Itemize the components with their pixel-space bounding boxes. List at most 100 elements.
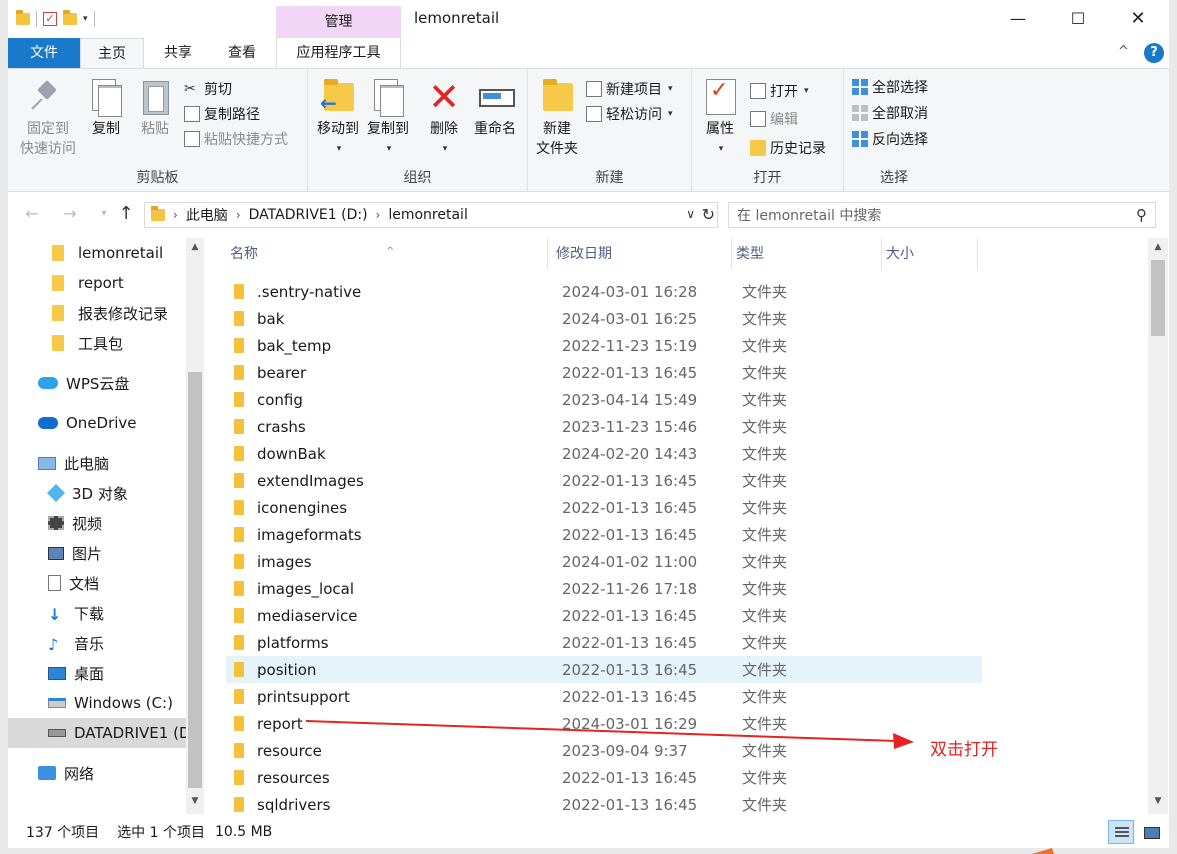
- delete-button[interactable]: ✕ 删除 ▾: [424, 77, 464, 159]
- table-row[interactable]: printsupport 2022-01-13 16:45 文件夹: [226, 683, 982, 710]
- table-row[interactable]: downBak 2024-02-20 14:43 文件夹: [226, 440, 982, 467]
- paste-shortcut-button[interactable]: 粘贴快捷方式: [184, 127, 288, 151]
- copy-button[interactable]: 复制: [84, 77, 128, 139]
- scroll-down-icon[interactable]: ▼: [1148, 796, 1168, 806]
- select-all-button[interactable]: 全部选择: [852, 75, 928, 99]
- properties-button[interactable]: 属性 ▾: [700, 77, 740, 159]
- nav-item[interactable]: Windows (C:): [8, 688, 186, 718]
- nav-item[interactable]: 网络: [8, 758, 186, 788]
- column-header-size[interactable]: 大小: [882, 238, 978, 270]
- open-button[interactable]: 打开 ▾: [750, 79, 809, 103]
- scroll-down-icon[interactable]: ▼: [186, 796, 204, 806]
- cut-button[interactable]: ✂ 剪切: [184, 77, 232, 101]
- customize-toolbar-icon[interactable]: ▾: [83, 14, 88, 24]
- properties-icon[interactable]: ✓: [43, 12, 57, 26]
- search-input[interactable]: 在 lemonretail 中搜索 ⚲: [728, 202, 1156, 228]
- table-row[interactable]: extendImages 2022-01-13 16:45 文件夹: [226, 467, 982, 494]
- nav-item[interactable]: lemonretail: [8, 238, 186, 268]
- forward-button[interactable]: →: [58, 202, 82, 226]
- breadcrumb-separator[interactable]: ›: [236, 208, 241, 222]
- recent-locations-button[interactable]: ▾: [92, 202, 116, 226]
- nav-item[interactable]: 3D 对象: [8, 478, 186, 508]
- tab-application-tools[interactable]: 应用程序工具: [276, 38, 401, 68]
- table-row[interactable]: position 2022-01-13 16:45 文件夹: [226, 656, 982, 683]
- minimize-button[interactable]: —: [988, 0, 1048, 38]
- nav-item[interactable]: 图片: [8, 538, 186, 568]
- nav-item[interactable]: 文档: [8, 568, 186, 598]
- context-tab-manage[interactable]: 管理: [276, 6, 401, 38]
- scroll-thumb[interactable]: [1151, 260, 1165, 336]
- details-view-button[interactable]: [1108, 820, 1134, 844]
- table-row[interactable]: report 2024-03-01 16:29 文件夹: [226, 710, 982, 737]
- invert-selection-button[interactable]: 反向选择: [852, 127, 928, 151]
- table-row[interactable]: sqldrivers 2022-01-13 16:45 文件夹: [226, 791, 982, 818]
- table-row[interactable]: crashs 2023-11-23 15:46 文件夹: [226, 413, 982, 440]
- table-row[interactable]: resource 2023-09-04 9:37 文件夹: [226, 737, 982, 764]
- rename-button[interactable]: 重命名: [470, 77, 520, 139]
- new-folder-button[interactable]: 新建 文件夹: [532, 77, 582, 159]
- refresh-icon[interactable]: ↻: [702, 205, 715, 224]
- table-row[interactable]: resources 2022-01-13 16:45 文件夹: [226, 764, 982, 791]
- table-row[interactable]: .sentry-native 2024-03-01 16:28 文件夹: [226, 278, 982, 305]
- nav-item[interactable]: WPS云盘: [8, 368, 186, 398]
- table-row[interactable]: imageformats 2022-01-13 16:45 文件夹: [226, 521, 982, 548]
- column-header-name[interactable]: 名称 ^: [226, 238, 548, 270]
- copy-path-button[interactable]: 复制路径: [184, 102, 260, 126]
- nav-item[interactable]: ♪ 音乐: [8, 628, 186, 658]
- chevron-down-icon[interactable]: ∨: [686, 207, 695, 221]
- table-row[interactable]: iconengines 2022-01-13 16:45 文件夹: [226, 494, 982, 521]
- tab-file[interactable]: 文件: [8, 38, 80, 68]
- breadcrumb-current[interactable]: lemonretail: [388, 207, 468, 223]
- nav-item[interactable]: report: [8, 268, 186, 298]
- column-header-date[interactable]: 修改日期: [552, 238, 732, 270]
- nav-item[interactable]: DATADRIVE1 (D:): [8, 718, 186, 748]
- scroll-up-icon[interactable]: ▲: [186, 242, 204, 252]
- maximize-button[interactable]: ☐: [1048, 0, 1108, 38]
- select-none-button[interactable]: 全部取消: [852, 101, 928, 125]
- back-button[interactable]: ←: [20, 202, 44, 226]
- nav-scrollbar[interactable]: ▲ ▼: [186, 238, 204, 814]
- table-row[interactable]: config 2023-04-14 15:49 文件夹: [226, 386, 982, 413]
- tab-view[interactable]: 查看: [212, 38, 272, 68]
- column-header-type[interactable]: 类型: [732, 238, 882, 270]
- move-to-button[interactable]: ← 移动到 ▾: [314, 77, 362, 159]
- pin-quick-access-button[interactable]: 固定到 快速访问: [16, 77, 80, 159]
- nav-item[interactable]: 桌面: [8, 658, 186, 688]
- up-button[interactable]: ↑: [114, 202, 138, 226]
- copy-to-button[interactable]: 复制到 ▾: [364, 77, 412, 159]
- nav-item[interactable]: 视频: [8, 508, 186, 538]
- collapse-ribbon-icon[interactable]: ^: [1118, 44, 1129, 59]
- table-row[interactable]: bak 2024-03-01 16:25 文件夹: [226, 305, 982, 332]
- nav-item[interactable]: ↓ 下载: [8, 598, 186, 628]
- tab-home[interactable]: 主页: [80, 38, 144, 68]
- table-row[interactable]: bearer 2022-01-13 16:45 文件夹: [226, 359, 982, 386]
- new-folder-icon[interactable]: [63, 10, 77, 25]
- new-item-button[interactable]: 新建项目 ▾: [586, 77, 673, 101]
- table-row[interactable]: platforms 2022-01-13 16:45 文件夹: [226, 629, 982, 656]
- table-row[interactable]: bak_temp 2022-11-23 15:19 文件夹: [226, 332, 982, 359]
- tab-share[interactable]: 共享: [148, 38, 208, 68]
- easy-access-button[interactable]: 轻松访问 ▾: [586, 102, 673, 126]
- scroll-thumb[interactable]: [188, 372, 202, 788]
- edit-button[interactable]: 编辑: [750, 107, 798, 131]
- breadcrumb-separator[interactable]: ›: [173, 208, 178, 222]
- file-list-scrollbar[interactable]: ▲ ▼: [1148, 238, 1168, 814]
- scroll-up-icon[interactable]: ▲: [1148, 242, 1168, 252]
- nav-item[interactable]: OneDrive: [8, 408, 186, 438]
- close-button[interactable]: ✕: [1108, 0, 1168, 38]
- address-bar[interactable]: › 此电脑 › DATADRIVE1 (D:) › lemonretail ∨ …: [144, 202, 718, 228]
- paste-button[interactable]: 粘贴: [134, 77, 176, 139]
- breadcrumb-drive[interactable]: DATADRIVE1 (D:): [249, 207, 368, 223]
- large-icons-view-button[interactable]: [1138, 820, 1164, 844]
- breadcrumb-this-pc[interactable]: 此电脑: [186, 205, 228, 225]
- search-icon[interactable]: ⚲: [1136, 206, 1147, 224]
- table-row[interactable]: mediaservice 2022-01-13 16:45 文件夹: [226, 602, 982, 629]
- nav-item[interactable]: 工具包: [8, 328, 186, 358]
- nav-item[interactable]: 报表修改记录: [8, 298, 186, 328]
- help-icon[interactable]: ?: [1144, 43, 1164, 63]
- breadcrumb-separator[interactable]: ›: [376, 208, 381, 222]
- table-row[interactable]: images_local 2022-11-26 17:18 文件夹: [226, 575, 982, 602]
- nav-item[interactable]: 此电脑: [8, 448, 186, 478]
- table-row[interactable]: images 2024-01-02 11:00 文件夹: [226, 548, 982, 575]
- history-button[interactable]: 历史记录: [750, 136, 826, 160]
